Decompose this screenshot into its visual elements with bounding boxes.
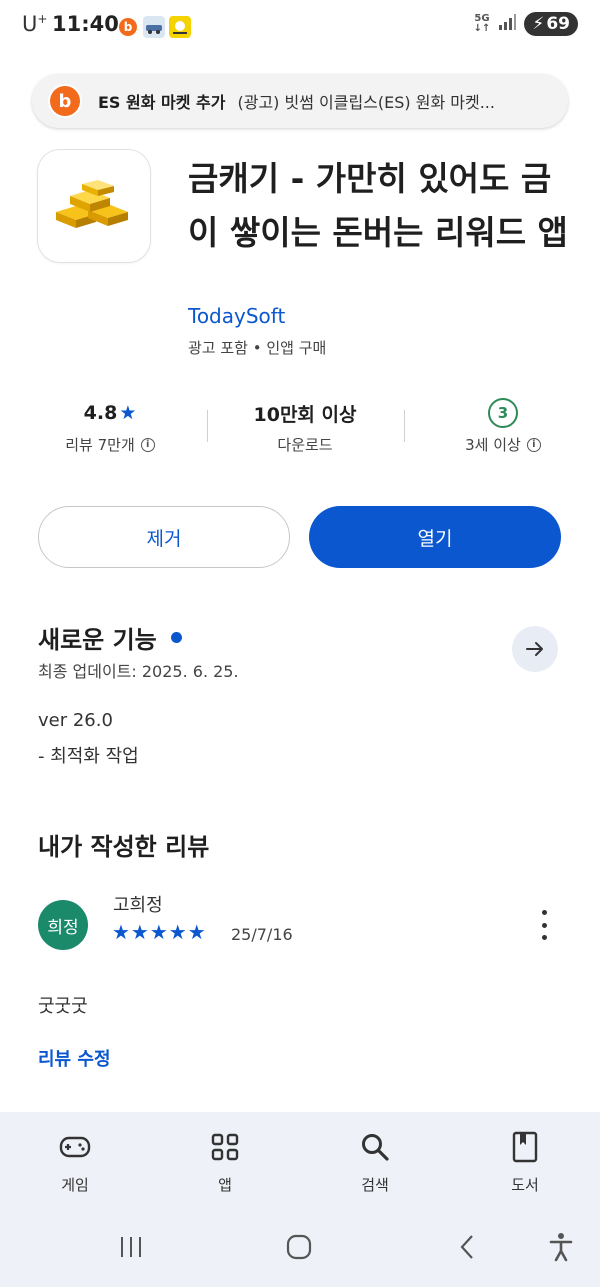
age-rating-label: 3세 이상 — [465, 436, 521, 454]
back-icon[interactable] — [452, 1232, 482, 1262]
recent-apps-icon[interactable] — [116, 1232, 146, 1262]
weather-notification-icon — [169, 16, 191, 38]
arrow-right-icon — [526, 642, 543, 656]
bottom-navigation: 게임 앱 검색 도서 — [0, 1112, 600, 1208]
app-meta: 광고 포함 • 인앱 구매 — [188, 339, 327, 357]
open-button[interactable]: 열기 — [309, 506, 561, 568]
developer-link[interactable]: TodaySoft — [188, 304, 285, 328]
bithumb-logo-icon: b — [48, 84, 82, 118]
my-review-heading: 내가 작성한 리뷰 — [38, 833, 210, 861]
system-navigation-bar — [0, 1208, 600, 1287]
change-text: - 최적화 작업 — [38, 746, 139, 767]
carrier-label: U+ — [22, 12, 48, 36]
downloads-label: 다운로드 — [277, 436, 333, 454]
whats-new-arrow-button[interactable] — [512, 626, 558, 672]
stat-divider — [404, 410, 405, 442]
signal-icon — [498, 14, 517, 34]
app-icon — [38, 150, 150, 262]
status-bar: U+ 11:40 b 5G ↓↑ ⚡ 69 — [0, 0, 600, 54]
nav-item-apps[interactable]: 앱 — [175, 1130, 275, 1195]
rating-value: 4.8 — [83, 402, 118, 424]
nav-item-books[interactable]: 도서 — [475, 1130, 575, 1195]
downloads-stat: 10만회 이상 다운로드 — [210, 396, 400, 455]
app-title: 금캐기 - 가만히 있어도 금이 쌓이는 돈버는 리워드 앱 — [188, 159, 568, 252]
home-icon[interactable] — [284, 1232, 314, 1262]
car-notification-icon — [143, 16, 165, 38]
nav-label-books: 도서 — [511, 1176, 539, 1194]
downloads-value: 10만회 이상 — [253, 403, 357, 426]
whats-new-title: 새로운 기능 — [38, 626, 157, 654]
status-time: 11:40 — [52, 12, 119, 36]
nav-item-games[interactable]: 게임 — [25, 1130, 125, 1195]
nav-label-search: 검색 — [361, 1176, 389, 1194]
charging-icon: ⚡ — [532, 14, 545, 34]
stat-divider — [207, 410, 208, 442]
new-indicator-dot — [170, 632, 182, 643]
info-icon: i — [526, 437, 541, 452]
age-rating-badge: 3 — [488, 398, 518, 428]
more-options-icon[interactable] — [538, 910, 550, 940]
nav-label-games: 게임 — [61, 1176, 89, 1194]
edit-review-link[interactable]: 리뷰 수정 — [38, 1045, 111, 1071]
uninstall-button[interactable]: 제거 — [38, 506, 290, 568]
ad-notification-banner[interactable]: b ES 원화 마켓 추가 (광고) 빗썸 이클립스(ES) 원화 마켓... — [32, 74, 568, 128]
svg-text:b: b — [124, 20, 133, 34]
reviewer-name: 고희정 — [113, 895, 163, 916]
info-icon: i — [140, 437, 155, 452]
nav-item-search[interactable]: 검색 — [325, 1130, 425, 1195]
ad-title: ES 원화 마켓 추가 — [98, 93, 226, 112]
ad-text: (광고) 빗썸 이클립스(ES) 원화 마켓... — [237, 93, 495, 112]
review-text: 굿굿굿 — [38, 996, 88, 1017]
version-text: ver 26.0 — [38, 710, 113, 731]
svg-text:b: b — [59, 91, 72, 112]
network-icon: 5G ↓↑ — [473, 13, 491, 34]
search-icon — [325, 1130, 425, 1164]
review-date: 25/7/16 — [231, 925, 293, 944]
gamepad-icon — [25, 1130, 125, 1164]
accessibility-icon[interactable] — [546, 1232, 576, 1262]
star-icon: ★ — [119, 402, 137, 424]
book-icon — [475, 1130, 575, 1164]
apps-grid-icon — [175, 1130, 275, 1164]
battery-indicator: ⚡ 69 — [524, 12, 578, 36]
nav-label-apps: 앱 — [218, 1176, 232, 1194]
last-updated: 최종 업데이트: 2025. 6. 25. — [38, 662, 239, 681]
rating-stat[interactable]: 4.8 ★ 리뷰 7만개 i — [15, 396, 205, 455]
age-rating-stat[interactable]: 3 3세 이상 i — [408, 396, 598, 455]
gold-bars-icon — [56, 180, 128, 228]
app-stats: 4.8 ★ 리뷰 7만개 i 10만회 이상 다운로드 3 3세 이상 i — [0, 396, 600, 466]
whats-new-heading: 새로운 기능 — [38, 620, 182, 655]
review-stars: ★★★★★ — [112, 920, 207, 944]
avatar: 희정 — [38, 900, 88, 950]
bithumb-notification-icon: b — [117, 16, 139, 38]
review-count: 리뷰 7만개 — [65, 436, 135, 454]
